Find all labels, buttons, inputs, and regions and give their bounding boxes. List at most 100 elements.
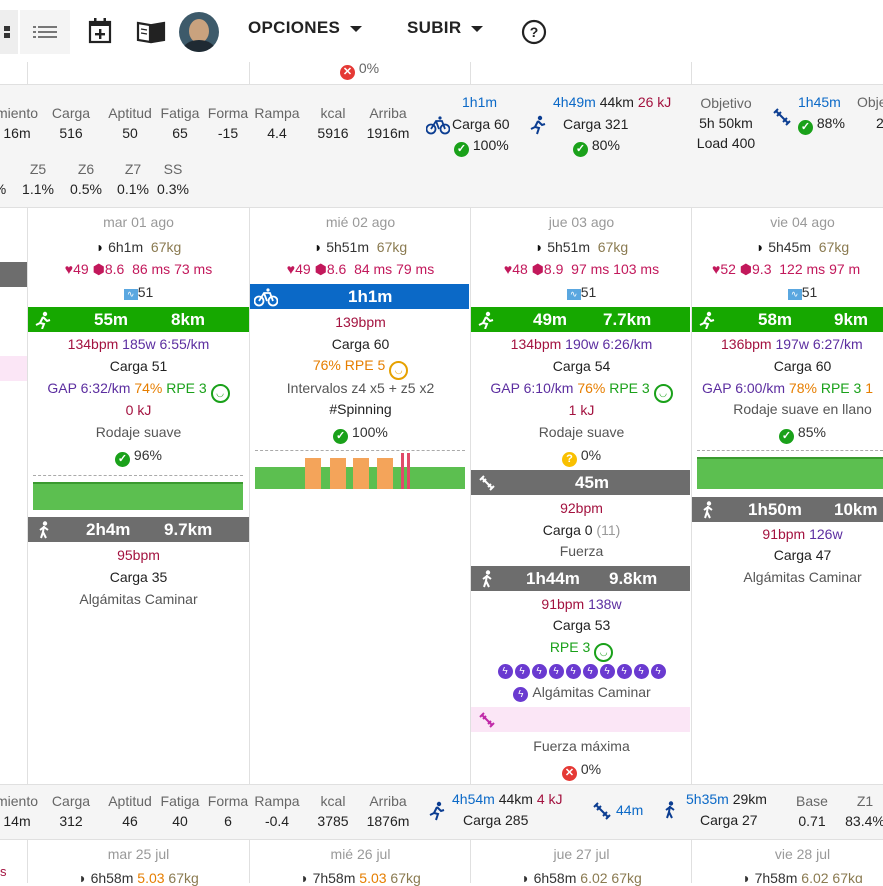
run-icon xyxy=(699,311,715,329)
run-summary[interactable]: 4h49m 44km 26 kJ Carga 321 ✓ 80% xyxy=(527,91,692,157)
watts-value: 190w xyxy=(565,336,599,352)
compliance-value: 80% xyxy=(591,137,620,153)
weight-value: 67kg xyxy=(168,870,199,886)
moon-icon: ◗ xyxy=(300,870,309,886)
summary-stat: Base 0.71 xyxy=(790,791,834,831)
activity-header-walk[interactable]: 2h4m 9.7km xyxy=(28,517,249,542)
activity-metrics: 91bpm 126w xyxy=(692,526,883,542)
stat-label: Z1 xyxy=(856,793,874,809)
activity-name[interactable]: Fuerza máxima xyxy=(471,738,692,754)
activity-load: Carga 35 xyxy=(109,569,168,585)
activity-time: 1h50m xyxy=(748,499,802,519)
grid-view-button[interactable] xyxy=(0,10,18,54)
upload-label: SUBIR xyxy=(407,18,462,37)
summary-stat: miento 14m xyxy=(0,791,40,831)
stat-label: kcal xyxy=(320,793,346,809)
strength-summary[interactable]: 44m xyxy=(590,789,650,835)
effort-value: 76% xyxy=(577,380,606,396)
stat-label: Rampa xyxy=(254,793,300,809)
wellness-sleep: ◗ 5h51m 67kg xyxy=(471,239,692,255)
zone-stat: SS 0.3% xyxy=(153,159,193,199)
stat-label: miento xyxy=(0,793,39,809)
rpe-value: RPE 3 xyxy=(549,639,591,655)
activity-compliance: ? 0% xyxy=(471,447,692,467)
moon-icon: ◗ xyxy=(313,239,323,255)
calendar-plus-icon xyxy=(88,18,112,44)
check-circle-icon: ✓ xyxy=(573,142,588,157)
activity-header-run[interactable]: 55m 8km xyxy=(28,307,249,332)
pace-value: 6:55/km xyxy=(159,336,210,352)
compliance-value: 100% xyxy=(472,137,509,153)
help-button[interactable]: ? xyxy=(520,18,548,46)
walk-icon xyxy=(39,521,49,539)
activity-name-row[interactable]: ϟ Algámitas Caminar xyxy=(471,684,692,702)
activity-distance: 9.8km xyxy=(609,568,658,588)
activity-compliance: ✓ 96% xyxy=(28,447,249,467)
partial-activity-bar xyxy=(0,262,27,287)
activity-header-walk[interactable]: 1h44m 9.8km xyxy=(471,566,690,591)
bolt-icon: ϟ xyxy=(599,664,615,679)
zone-value: % xyxy=(0,179,10,199)
run-summary[interactable]: 4h54m 44km 4 kJ Carga 285 xyxy=(426,789,586,835)
stat-label: Aptitud xyxy=(108,793,152,809)
summary-stat: Rampa -0.4 xyxy=(252,791,302,831)
activity-effort: 76% RPE 5 ◡ xyxy=(250,357,471,380)
activity-header-walk[interactable]: 1h50m 10km xyxy=(692,497,883,522)
hrv-value: 97 ms xyxy=(571,261,610,277)
svg-text:?: ? xyxy=(530,24,539,40)
hr-value: 49 xyxy=(73,261,89,277)
activity-header-run[interactable]: 49m 7.7km xyxy=(471,307,690,332)
activity-compliance: ✕ 0% xyxy=(471,761,692,781)
run-stats: 4h54m 44km 4 kJ xyxy=(452,791,563,807)
run-dist: 44km xyxy=(498,791,533,807)
activity-name[interactable]: Rodaje suave xyxy=(471,424,692,440)
failed-compliance: ✕ 0% xyxy=(340,60,379,80)
calendar-grid: ✕ 0% miento 16m Carga 516 Aptitud 50 Fat… xyxy=(0,60,883,886)
weight-value: 67kg xyxy=(597,239,629,255)
activity-time: 58m xyxy=(758,309,793,329)
bolt-icon: ϟ xyxy=(531,664,547,679)
activity-tag[interactable]: #Spinning xyxy=(250,401,471,417)
walk-summary[interactable]: 5h35m 29km Carga 27 xyxy=(660,789,780,835)
activity-name[interactable]: Rodaje suave en llano xyxy=(692,401,883,417)
activity-name[interactable]: Algámitas Caminar xyxy=(692,569,883,585)
activity-name[interactable]: Fuerza xyxy=(471,543,692,559)
rpe-value: RPE 5 xyxy=(344,357,386,373)
sleep-value: 5h45m xyxy=(768,239,812,255)
upload-menu-button[interactable]: SUBIR xyxy=(407,18,484,38)
goal-time: 5h 50km xyxy=(699,115,753,131)
strength-summary[interactable]: 1h45m ✓ 88% Obje 2 xyxy=(770,91,883,141)
bike-summary[interactable]: 1h1m Carga 60 ✓ 100% xyxy=(424,91,524,157)
activity-header-strength[interactable]: 45m xyxy=(471,470,690,495)
activity-effort: GAP 6:00/km 78% RPE 3 1 xyxy=(702,380,873,396)
summary-stat: Forma -15 xyxy=(204,103,252,143)
activity-header-run[interactable]: 58m 9km xyxy=(692,307,883,332)
library-button[interactable] xyxy=(134,18,168,46)
add-event-button[interactable] xyxy=(86,16,114,46)
activity-header-strength-planned[interactable] xyxy=(471,707,690,732)
hrv-value: 122 ms xyxy=(779,261,826,277)
stat-value: 83.4% xyxy=(845,813,883,829)
activity-name[interactable]: Algámitas Caminar xyxy=(28,591,249,607)
strength-compliance: ✓ 88% xyxy=(798,115,845,135)
activity-distance: 7.7km xyxy=(603,309,652,329)
activity-header-bike[interactable]: 1h1m xyxy=(250,284,469,309)
hrv-score: 6.02 xyxy=(801,870,829,883)
list-view-button[interactable] xyxy=(20,10,70,54)
walk-icon xyxy=(482,570,492,588)
activity-name[interactable]: Rodaje suave xyxy=(28,424,249,440)
day-cell: jue 27 jul ◗ 6h58m 6.02 67kg xyxy=(471,839,692,886)
stat-label: Aptitud xyxy=(108,105,152,121)
run-dist: 44km xyxy=(599,94,634,110)
walk-dist: 29km xyxy=(732,791,767,807)
options-menu-button[interactable]: OPCIONES xyxy=(248,18,363,38)
partial-highlight xyxy=(0,356,27,381)
stat-value: 65 xyxy=(172,125,188,141)
stat-value: -15 xyxy=(217,125,239,141)
walk-load: Carga 27 xyxy=(700,812,758,828)
activity-time: 1h1m xyxy=(348,286,393,306)
stat-label: kcal xyxy=(320,105,346,121)
avatar[interactable] xyxy=(179,12,219,52)
zone-value: 0.5% xyxy=(70,181,102,197)
week-summary: miento 16m Carga 516 Aptitud 50 Fatiga 6… xyxy=(0,84,883,208)
